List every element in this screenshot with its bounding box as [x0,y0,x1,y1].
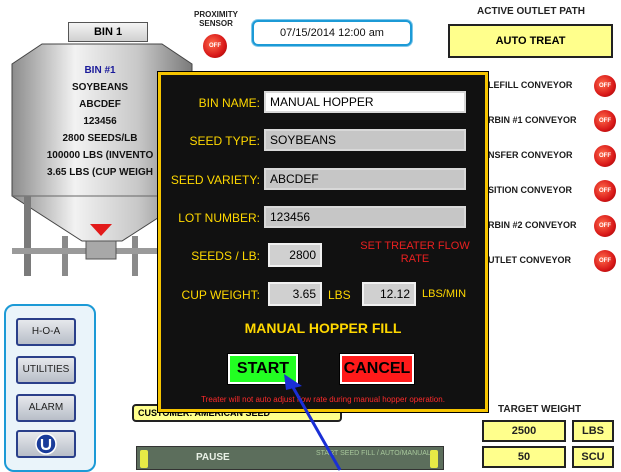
seed-variety-label: SEED VARIETY: [170,173,260,187]
cancel-button[interactable]: CANCEL [340,354,414,384]
lot-number-field[interactable]: 123456 [264,206,466,228]
lot-number-label: LOT NUMBER: [178,211,260,225]
proximity-sensor-indicator: OFF [203,34,227,58]
seed-type-label: SEED TYPE: [189,134,260,148]
target-scu-unit: SCU [572,446,614,468]
conveyor-indicator[interactable]: OFF [594,250,616,272]
hoa-button[interactable]: H-O-A [16,318,76,346]
target-weight-input[interactable]: 2500 [482,420,566,442]
dialog-title: MANUAL HOPPER FILL [244,320,402,336]
conveyor-indicator[interactable]: OFF [594,110,616,132]
bin-name-field[interactable]: MANUAL HOPPER [264,91,466,113]
cup-weight-field[interactable]: 3.65 [268,282,322,306]
active-outlet-path-title: ACTIVE OUTLET PATH [477,6,585,17]
conveyor-label: LEFILL CONVEYOR [488,80,573,90]
conveyor-indicator[interactable]: OFF [594,145,616,167]
target-weight-unit: LBS [572,420,614,442]
pause-bar-right-cap [430,450,438,468]
conveyor-label: UTLET CONVEYOR [488,255,572,265]
seeds-per-lb-label: SEEDS / LB: [191,249,260,263]
conveyor-indicator[interactable]: OFF [594,75,616,97]
auto-treat-button[interactable]: AUTO TREAT [448,24,613,58]
cup-weight-label: CUP WEIGHT: [181,288,260,302]
pointer-arrow-icon [284,374,342,471]
target-weight-title: TARGET WEIGHT [498,404,582,415]
cup-weight-unit: LBS [328,288,351,302]
hmi-screen: BIN 1 BIN #1 SOYBEANS ABCDEF 123456 2800… [0,0,621,472]
target-scu-input[interactable]: 50 [482,446,566,468]
logo-button[interactable] [16,430,76,458]
alarm-button[interactable]: ALARM [16,394,76,422]
conveyor-indicator[interactable]: OFF [594,215,616,237]
seed-type-field[interactable]: SOYBEANS [264,129,466,151]
flow-rate-unit: LBS/MIN [422,288,467,300]
conveyor-indicator[interactable]: OFF [594,180,616,202]
conveyor-label: NSFER CONVEYOR [488,150,573,160]
u-logo-icon [35,433,57,455]
conveyor-label: RBIN #2 CONVEYOR [488,220,577,230]
seeds-per-lb-field[interactable]: 2800 [268,243,322,267]
bin-name-label: BIN NAME: [198,96,260,110]
flow-rate-field[interactable]: 12.12 [362,282,416,306]
conveyor-label: RBIN #1 CONVEYOR [488,115,577,125]
datetime-display: 07/15/2014 12:00 am [252,20,412,46]
seed-variety-field[interactable]: ABCDEF [264,168,466,190]
set-treater-flow-rate-label: SET TREATER FLOW RATE [360,240,470,265]
proximity-sensor-label: PROXIMITY SENSOR [193,10,238,28]
pause-label: PAUSE [196,452,230,463]
pause-bar-left-cap [140,450,148,468]
conveyor-label: SITION CONVEYOR [488,185,573,195]
utilities-button[interactable]: UTILITIES [16,356,76,384]
